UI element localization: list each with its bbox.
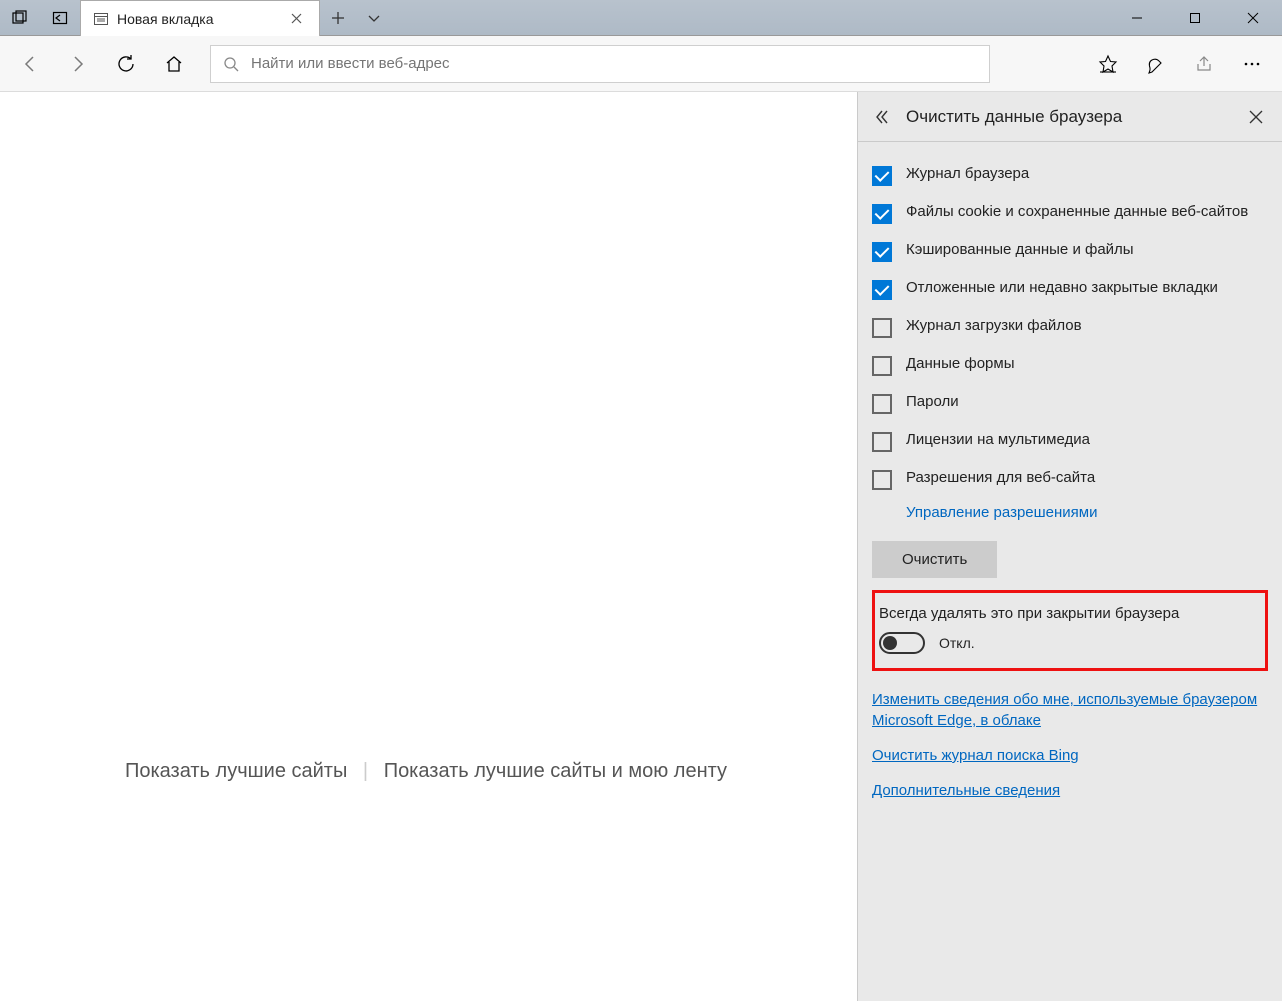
clear-bing-link[interactable]: Очистить журнал поиска Bing [872,745,1268,766]
checkbox-label: Журнал браузера [906,164,1029,184]
checkbox-row: Отложенные или недавно закрытые вкладки [872,270,1268,308]
more-button[interactable] [1230,42,1274,86]
browser-tab[interactable]: Новая вкладка [80,0,320,36]
checkbox[interactable] [872,394,892,414]
checkbox[interactable] [872,356,892,376]
tab-close-icon[interactable] [291,13,307,24]
maximize-button[interactable] [1166,0,1224,36]
close-window-button[interactable] [1224,0,1282,36]
show-top-sites-link[interactable]: Показать лучшие сайты [125,760,347,782]
checkbox-label: Пароли [906,392,959,412]
share-button[interactable] [1182,42,1226,86]
checkbox[interactable] [872,318,892,338]
checkbox-label: Разрешения для веб-сайта [906,468,1095,488]
clear-browsing-data-panel: Очистить данные браузера Журнал браузера… [857,92,1282,1001]
home-button[interactable] [152,42,196,86]
checkbox[interactable] [872,470,892,490]
notes-button[interactable] [1134,42,1178,86]
start-page-options: Показать лучшие сайты | Показать лучшие … [0,760,852,783]
checkbox-row: Пароли [872,384,1268,422]
titlebar-left [0,0,80,35]
toolbar [0,36,1282,92]
checkbox-row: Журнал загрузки файлов [872,308,1268,346]
window-controls [1108,0,1282,35]
panel-header: Очистить данные браузера [858,92,1282,142]
cloud-info-link[interactable]: Изменить сведения обо мне, используемые … [872,689,1268,731]
checkbox[interactable] [872,242,892,262]
tab-title: Новая вкладка [117,11,283,27]
checkbox[interactable] [872,166,892,186]
checkbox-label: Лицензии на мультимедиа [906,430,1090,450]
tabs-menu-button[interactable] [356,0,392,35]
tab-groups-icon[interactable] [0,10,40,26]
show-top-sites-feed-link[interactable]: Показать лучшие сайты и мою ленту [384,760,727,782]
always-clear-toggle[interactable] [879,632,925,654]
clear-button[interactable]: Очистить [872,541,997,578]
checkbox[interactable] [872,204,892,224]
back-button[interactable] [8,42,52,86]
checkbox-row: Лицензии на мультимедиа [872,422,1268,460]
forward-button[interactable] [56,42,100,86]
separator: | [363,760,368,782]
checkbox[interactable] [872,280,892,300]
checkbox-label: Кэшированные данные и файлы [906,240,1134,260]
always-clear-highlight: Всегда удалять это при закрытии браузера… [872,590,1268,671]
checkbox-row: Кэшированные данные и файлы [872,232,1268,270]
always-clear-label: Всегда удалять это при закрытии браузера [877,605,1257,622]
address-input[interactable] [251,55,977,72]
more-info-link[interactable]: Дополнительные сведения [872,780,1268,801]
panel-close-icon[interactable] [1242,110,1270,124]
checkbox-label: Данные формы [906,354,1014,374]
titlebar: Новая вкладка [0,0,1282,36]
checkbox[interactable] [872,432,892,452]
set-aside-tabs-icon[interactable] [40,10,80,26]
checkbox-row: Данные формы [872,346,1268,384]
panel-body: Журнал браузера Файлы cookie и сохраненны… [858,142,1282,835]
panel-title: Очистить данные браузера [906,107,1230,127]
checkbox-label: Журнал загрузки файлов [906,316,1082,336]
always-clear-toggle-row: Откл. [877,632,1257,654]
checkbox-row: Файлы cookie и сохраненные данные веб-са… [872,194,1268,232]
address-bar[interactable] [210,45,990,83]
checkbox-row: Разрешения для веб-сайта [872,460,1268,498]
refresh-button[interactable] [104,42,148,86]
new-tab-button[interactable] [320,0,356,35]
manage-permissions-link[interactable]: Управление разрешениями [906,498,1097,535]
search-icon [223,56,239,72]
content-area: Показать лучшие сайты | Показать лучшие … [0,92,1282,1001]
checkbox-label: Файлы cookie и сохраненные данные веб-са… [906,202,1248,222]
checkbox-row: Журнал браузера [872,156,1268,194]
toggle-state-label: Откл. [939,635,975,651]
favorites-button[interactable] [1086,42,1130,86]
minimize-button[interactable] [1108,0,1166,36]
panel-back-icon[interactable] [870,108,894,126]
tab-favicon-icon [93,11,109,27]
checkbox-label: Отложенные или недавно закрытые вкладки [906,278,1218,298]
address-bar-container [200,45,1082,83]
